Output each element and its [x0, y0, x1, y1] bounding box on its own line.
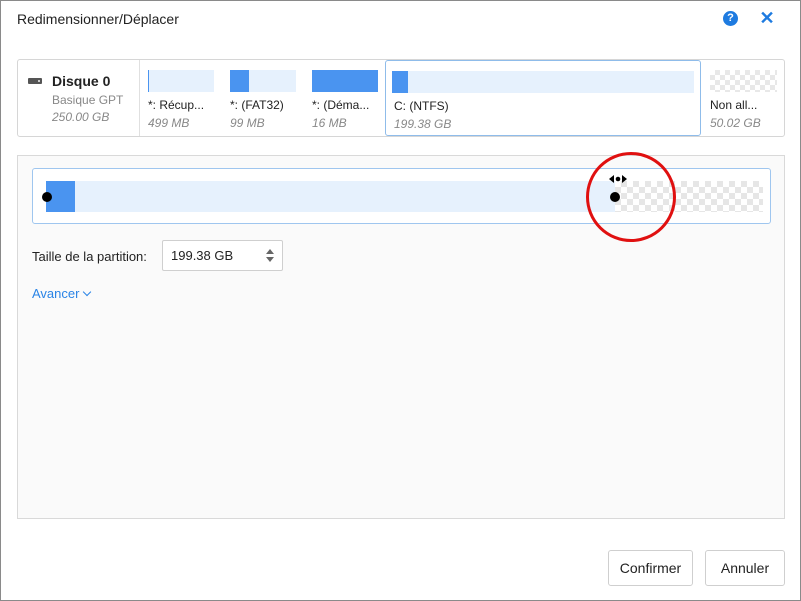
close-icon[interactable]: ✕	[758, 6, 776, 30]
resize-panel: Taille de la partition: 199.38 GB Avance…	[17, 152, 785, 519]
partition-c-ntfs[interactable]: C: (NTFS) 199.38 GB	[385, 60, 701, 136]
partition-usage-fill	[148, 70, 149, 92]
partition-usage-bar	[148, 70, 214, 92]
partition-size: 99 MB	[230, 116, 265, 130]
stepper-down-icon[interactable]	[266, 257, 274, 262]
partition-size-value: 199.38 GB	[171, 248, 234, 263]
partition-label: *: (Déma...	[312, 98, 370, 112]
partition-usage-fill	[392, 71, 408, 93]
partition-resize-bar[interactable]	[46, 181, 615, 212]
partition-boot[interactable]: *: (Déma... 16 MB	[306, 60, 382, 136]
partition-label: Non all...	[710, 98, 758, 112]
partition-size: 50.02 GB	[710, 116, 761, 130]
partition-usage-bar	[392, 71, 694, 93]
left-resize-handle[interactable]	[42, 192, 52, 202]
dialog-title: Redimensionner/Déplacer	[17, 11, 179, 27]
partition-usage-fill	[230, 70, 249, 92]
hard-drive-icon	[28, 78, 42, 84]
chevron-down-icon	[83, 287, 92, 297]
partition-label: *: Récup...	[148, 98, 205, 112]
disk-name: Disque 0	[52, 73, 111, 89]
partition-size: 499 MB	[148, 116, 190, 130]
partition-usage-bar	[230, 70, 296, 92]
help-icon[interactable]: ?	[723, 11, 738, 26]
partition-recovery[interactable]: *: Récup... 499 MB	[142, 60, 218, 136]
resize-move-dialog: Redimensionner/Déplacer ? ✕ Disque 0 Bas…	[0, 0, 801, 601]
stepper-up-icon[interactable]	[266, 249, 274, 254]
disk-type: Basique GPT	[52, 93, 124, 107]
disk-map: Disque 0 Basique GPT 250.00 GB *: Récup.…	[17, 59, 785, 137]
size-stepper[interactable]	[265, 248, 275, 264]
partition-label: *: (FAT32)	[230, 98, 284, 112]
unallocated-bar	[710, 70, 777, 92]
partition-unallocated[interactable]: Non all... 50.02 GB	[704, 60, 784, 136]
advanced-label: Avancer	[32, 286, 80, 301]
partition-size: 199.38 GB	[394, 117, 452, 131]
disk-info: Disque 0 Basique GPT 250.00 GB	[18, 60, 140, 136]
partition-fat32[interactable]: *: (FAT32) 99 MB	[224, 60, 300, 136]
disk-size: 250.00 GB	[52, 110, 110, 124]
partition-resize-track[interactable]	[32, 152, 771, 242]
partition-usage-fill	[312, 70, 378, 92]
partition-size-input[interactable]: 199.38 GB	[162, 240, 283, 271]
partition-usage-bar	[312, 70, 378, 92]
advanced-toggle[interactable]: Avancer	[32, 286, 92, 301]
partition-size-label: Taille de la partition:	[32, 249, 147, 264]
confirm-button[interactable]: Confirmer	[608, 550, 693, 586]
partition-size: 16 MB	[312, 116, 347, 130]
title-bar: Redimensionner/Déplacer ? ✕	[1, 1, 800, 37]
partition-label: C: (NTFS)	[394, 99, 449, 113]
highlight-circle	[586, 152, 676, 242]
cancel-button[interactable]: Annuler	[705, 550, 785, 586]
